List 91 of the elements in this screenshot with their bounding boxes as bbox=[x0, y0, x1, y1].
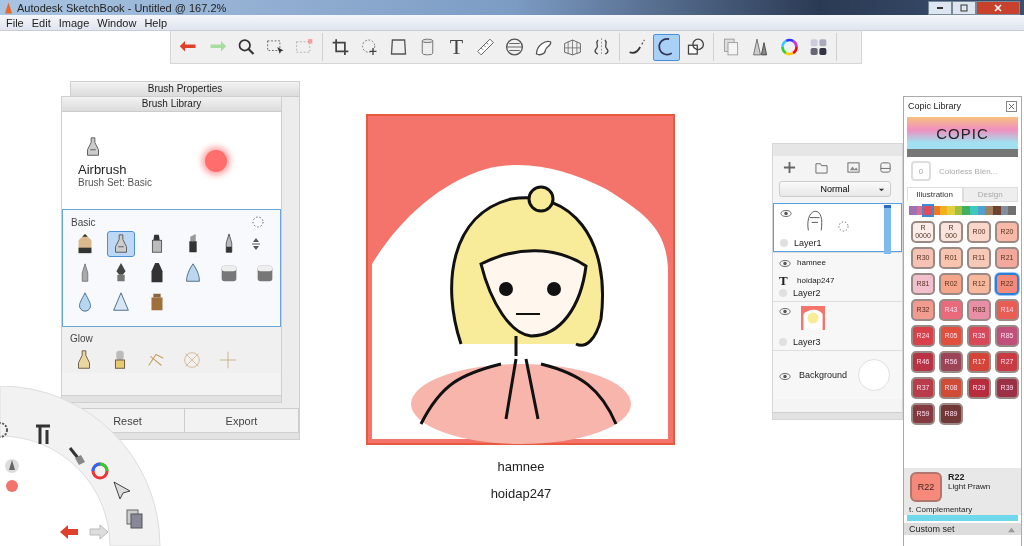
ruler-icon bbox=[475, 36, 496, 58]
layer-icon[interactable] bbox=[879, 161, 892, 174]
copic-logo: COPIC bbox=[936, 124, 989, 142]
close-button[interactable] bbox=[1006, 100, 1017, 112]
app-icon bbox=[4, 1, 13, 14]
text-layer-icon: T bbox=[779, 273, 793, 287]
color-dot-icon[interactable] bbox=[6, 480, 18, 492]
undo-icon[interactable] bbox=[60, 525, 78, 539]
menu-item[interactable]: Window bbox=[93, 16, 141, 29]
transform-icon bbox=[359, 36, 380, 58]
cross-brush-icon bbox=[217, 349, 239, 371]
brush-preview-dot bbox=[205, 149, 227, 172]
group-label: Glow bbox=[70, 333, 93, 344]
zoom-icon bbox=[236, 36, 257, 58]
shape-icon bbox=[685, 36, 706, 58]
menu-item[interactable]: Help bbox=[140, 16, 172, 29]
perspective-icon bbox=[388, 36, 409, 58]
predictive-tool[interactable] bbox=[653, 33, 680, 61]
eye-icon[interactable] bbox=[780, 209, 792, 218]
hue-chip[interactable] bbox=[1000, 206, 1009, 215]
resize-handle[interactable] bbox=[773, 412, 902, 419]
layer-row[interactable]: Layer3 bbox=[773, 301, 902, 350]
layer-row[interactable]: hamnee T hoidap247 Layer2 bbox=[773, 252, 902, 301]
loading-icon bbox=[838, 221, 849, 232]
color-code: R22 bbox=[948, 472, 966, 482]
settings-icon[interactable] bbox=[0, 422, 8, 438]
eye-icon[interactable] bbox=[779, 307, 791, 316]
menu-item[interactable]: Image bbox=[54, 16, 94, 29]
layer-name: Background bbox=[799, 370, 848, 380]
export-button[interactable]: Export bbox=[185, 409, 299, 432]
minimize-icon bbox=[937, 6, 943, 9]
text-item: hoidap247 bbox=[797, 275, 836, 285]
minimize-button[interactable] bbox=[928, 0, 952, 15]
blender-name: Colorless Blen... bbox=[939, 166, 998, 176]
loading-icon bbox=[252, 216, 264, 228]
layer-name: Layer2 bbox=[793, 288, 821, 298]
text-item: hamnee bbox=[797, 258, 827, 268]
cone-brush-icon bbox=[110, 291, 132, 313]
eye-icon[interactable] bbox=[779, 259, 791, 269]
complementary-label: t. Complementary bbox=[904, 504, 1021, 515]
add-icon[interactable] bbox=[783, 161, 796, 174]
layer-row[interactable]: Layer1 bbox=[773, 203, 902, 252]
color-wheel-icon[interactable] bbox=[91, 462, 109, 480]
hue-chip[interactable] bbox=[985, 206, 994, 215]
current-color-swatch: R22 bbox=[910, 472, 942, 502]
close-button[interactable] bbox=[976, 0, 1020, 15]
brush-tile[interactable] bbox=[107, 231, 135, 257]
background-color-swatch[interactable] bbox=[858, 359, 890, 391]
layer-name: Layer1 bbox=[794, 238, 822, 248]
lock-toggle[interactable] bbox=[780, 239, 788, 247]
brush-icon[interactable] bbox=[68, 447, 85, 465]
tab[interactable]: Illustration bbox=[907, 187, 963, 202]
color-name: Light Prawn bbox=[948, 482, 991, 491]
layer-thumbnail bbox=[801, 305, 825, 331]
layers-icon[interactable] bbox=[126, 509, 143, 529]
copic-icon bbox=[808, 36, 829, 58]
pointer-icon[interactable] bbox=[113, 481, 131, 500]
symmetry-icon bbox=[591, 36, 612, 58]
menu-item[interactable]: File bbox=[2, 16, 28, 29]
custom-set-bar[interactable]: Custom set bbox=[904, 523, 1021, 535]
window-title: Autodesk SketchBook - Untitled @ 167.2% bbox=[17, 1, 227, 14]
close-icon bbox=[993, 2, 1003, 13]
expand-icon[interactable] bbox=[1007, 525, 1016, 533]
blend-mode-dropdown[interactable]: Normal bbox=[779, 181, 891, 197]
resize-handle[interactable] bbox=[62, 395, 281, 402]
crop-icon bbox=[330, 36, 351, 58]
brush-set: Brush Set: Basic bbox=[78, 176, 152, 188]
maximize-button[interactable] bbox=[952, 0, 976, 15]
maximize-icon bbox=[959, 2, 969, 13]
brush-name: Airbrush bbox=[78, 161, 127, 177]
brush-nib-icon[interactable] bbox=[5, 459, 19, 473]
canvas-text: hamnee bbox=[497, 459, 545, 474]
ellipse-icon bbox=[504, 36, 525, 58]
panel-title: Brush Library bbox=[62, 97, 281, 112]
close-icon bbox=[1008, 102, 1015, 110]
tools-icon[interactable] bbox=[34, 424, 52, 446]
folder-icon[interactable] bbox=[815, 161, 828, 174]
perspective-grid-icon bbox=[562, 36, 583, 58]
custom-set-label: Custom set bbox=[909, 524, 955, 534]
opacity-slider[interactable] bbox=[884, 205, 891, 254]
menu-item[interactable]: Edit bbox=[27, 16, 55, 29]
group-label: Basic bbox=[71, 216, 96, 228]
canvas-text: hoidap247 bbox=[490, 486, 552, 501]
panel-title: Copic Library bbox=[908, 101, 962, 111]
up-down-icon[interactable] bbox=[251, 237, 261, 251]
text-tool[interactable]: T bbox=[443, 33, 470, 61]
image-icon[interactable] bbox=[847, 161, 860, 174]
eye-icon[interactable] bbox=[779, 371, 791, 381]
color-wheel-icon bbox=[779, 36, 800, 58]
swirl-brush-icon bbox=[181, 349, 203, 371]
layer-name: Layer3 bbox=[793, 337, 821, 347]
